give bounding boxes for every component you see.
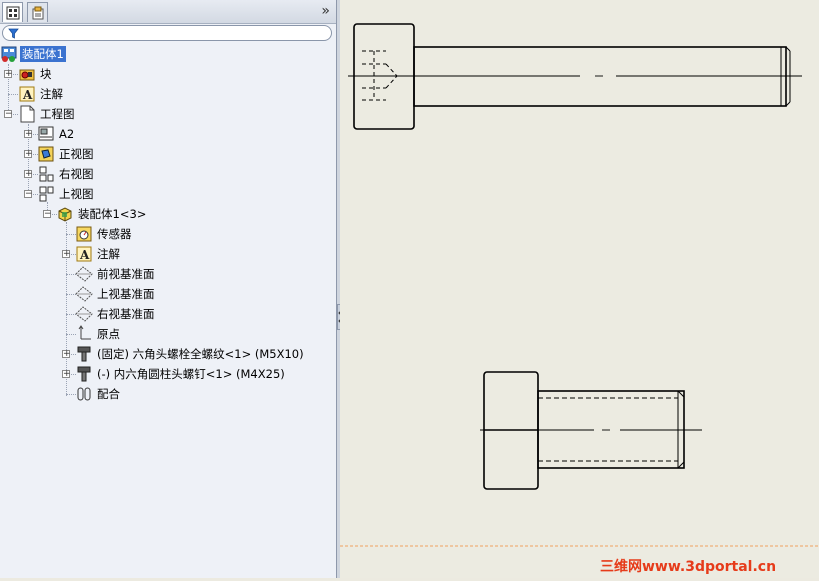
tree-node-socket-screw[interactable]: + (-) 内六角圆柱头螺钉<1> (M4X25) bbox=[58, 364, 318, 384]
tree-node-origin[interactable]: 原点 bbox=[58, 324, 178, 344]
tree-node-drawing[interactable]: − 工程图 bbox=[0, 104, 120, 124]
collapse-panel-button[interactable]: » bbox=[321, 2, 330, 20]
tree-node-front-plane[interactable]: 前视基准面 bbox=[58, 264, 198, 284]
tree-node-label: 正视图 bbox=[59, 147, 94, 161]
tree-node-sensors[interactable]: 传感器 bbox=[58, 224, 178, 244]
tree-node-right-view[interactable]: + 右视图 bbox=[20, 164, 140, 184]
tree-node-label: 右视图 bbox=[59, 167, 94, 181]
tree-node-label: 传感器 bbox=[97, 227, 132, 241]
part-icon bbox=[77, 366, 91, 382]
drawing-views bbox=[340, 23, 819, 547]
expand-plus-icon[interactable]: + bbox=[62, 250, 71, 259]
filter-input[interactable] bbox=[23, 27, 323, 39]
plane-icon bbox=[75, 266, 93, 282]
expand-plus-icon[interactable]: + bbox=[62, 370, 71, 379]
origin-icon bbox=[78, 325, 91, 340]
tree-node-label: (-) 内六角圆柱头螺钉<1> (M4X25) bbox=[97, 367, 285, 381]
tree-node-label: 注解 bbox=[40, 87, 63, 101]
tree-node-label: 配合 bbox=[97, 387, 120, 401]
feature-manager-icon bbox=[6, 6, 20, 20]
tree-node-right-plane[interactable]: 右视基准面 bbox=[58, 304, 198, 324]
plane-icon bbox=[75, 286, 93, 302]
annotation-icon: A bbox=[76, 246, 92, 262]
tree-node-label: 上视图 bbox=[59, 187, 94, 201]
svg-text:A: A bbox=[22, 88, 33, 102]
watermark-text: 三维网www.3dportal.cn bbox=[600, 559, 777, 575]
property-manager-icon bbox=[32, 6, 44, 20]
collapse-minus-icon[interactable]: − bbox=[43, 210, 52, 219]
tree-node-label: (固定) 六角头螺栓全螺纹<1> (M5X10) bbox=[97, 347, 304, 361]
feature-manager-panel: » 装配体1 + 块 A 注解 − 工程图 + A2 + 正视图 + 右视图 −… bbox=[0, 0, 337, 578]
tree-node-annotations[interactable]: A 注解 bbox=[0, 84, 120, 104]
projected-view-icon bbox=[39, 186, 54, 202]
plane-icon bbox=[75, 306, 93, 322]
tree-node-top-view[interactable]: − 上视图 bbox=[20, 184, 140, 204]
tree-node-assembly-instance[interactable]: − 装配体1<3> bbox=[39, 204, 179, 224]
tree-node-label: 原点 bbox=[97, 327, 120, 341]
tree-node-label: 装配体1 bbox=[20, 46, 66, 62]
sheet-icon bbox=[38, 126, 54, 141]
tree-node-blocks[interactable]: + 块 bbox=[0, 64, 120, 84]
tree-node-label: 工程图 bbox=[40, 107, 75, 121]
filter-icon bbox=[8, 28, 19, 39]
tree-node-sheet[interactable]: + A2 bbox=[20, 124, 140, 144]
tree-node-label: 前视基准面 bbox=[97, 267, 155, 281]
expand-plus-icon[interactable]: + bbox=[62, 350, 71, 359]
assembly-icon bbox=[1, 46, 17, 62]
expand-plus-icon[interactable]: + bbox=[24, 150, 33, 159]
tree-node-label: 装配体1<3> bbox=[78, 207, 147, 221]
blocks-icon bbox=[19, 69, 35, 81]
sensor-icon bbox=[76, 226, 92, 242]
named-view-icon bbox=[38, 146, 54, 162]
tree-node-mates[interactable]: 配合 bbox=[58, 384, 178, 404]
tree-node-top-plane[interactable]: 上视基准面 bbox=[58, 284, 198, 304]
tree-node-sub-annotations[interactable]: + A 注解 bbox=[58, 244, 178, 264]
svg-text:A: A bbox=[79, 248, 90, 262]
panel-tab-bar: » bbox=[0, 0, 336, 24]
tree-node-front-view[interactable]: + 正视图 bbox=[20, 144, 140, 164]
socket-screw-view[interactable] bbox=[348, 23, 802, 130]
collapse-minus-icon[interactable]: − bbox=[4, 110, 13, 119]
tree-node-hex-bolt[interactable]: + (固定) 六角头螺栓全螺纹<1> (M5X10) bbox=[58, 344, 318, 364]
hex-bolt-view[interactable] bbox=[480, 371, 702, 490]
mates-icon bbox=[77, 387, 91, 401]
expand-plus-icon[interactable]: + bbox=[24, 170, 33, 179]
annotation-icon: A bbox=[19, 86, 35, 102]
collapse-minus-icon[interactable]: − bbox=[24, 190, 33, 199]
assembly-component-icon bbox=[58, 207, 72, 222]
expand-plus-icon[interactable]: + bbox=[4, 70, 13, 79]
tab-property-manager[interactable] bbox=[27, 2, 48, 22]
tab-feature-manager[interactable] bbox=[2, 2, 23, 22]
tree-node-label: A2 bbox=[59, 127, 75, 141]
tree-node-label: 注解 bbox=[97, 247, 120, 261]
projected-view-icon bbox=[39, 166, 54, 182]
tree-node-label: 右视基准面 bbox=[97, 307, 155, 321]
tree-node-label: 上视基准面 bbox=[97, 287, 155, 301]
tree-node-label: 块 bbox=[40, 67, 52, 81]
part-icon bbox=[77, 346, 91, 362]
drawing-canvas[interactable] bbox=[340, 0, 819, 578]
drawing-sheet-icon bbox=[20, 105, 35, 123]
tree-node-root[interactable]: 装配体1 bbox=[0, 44, 120, 64]
expand-plus-icon[interactable]: + bbox=[24, 130, 33, 139]
tree-filter[interactable] bbox=[2, 25, 332, 41]
